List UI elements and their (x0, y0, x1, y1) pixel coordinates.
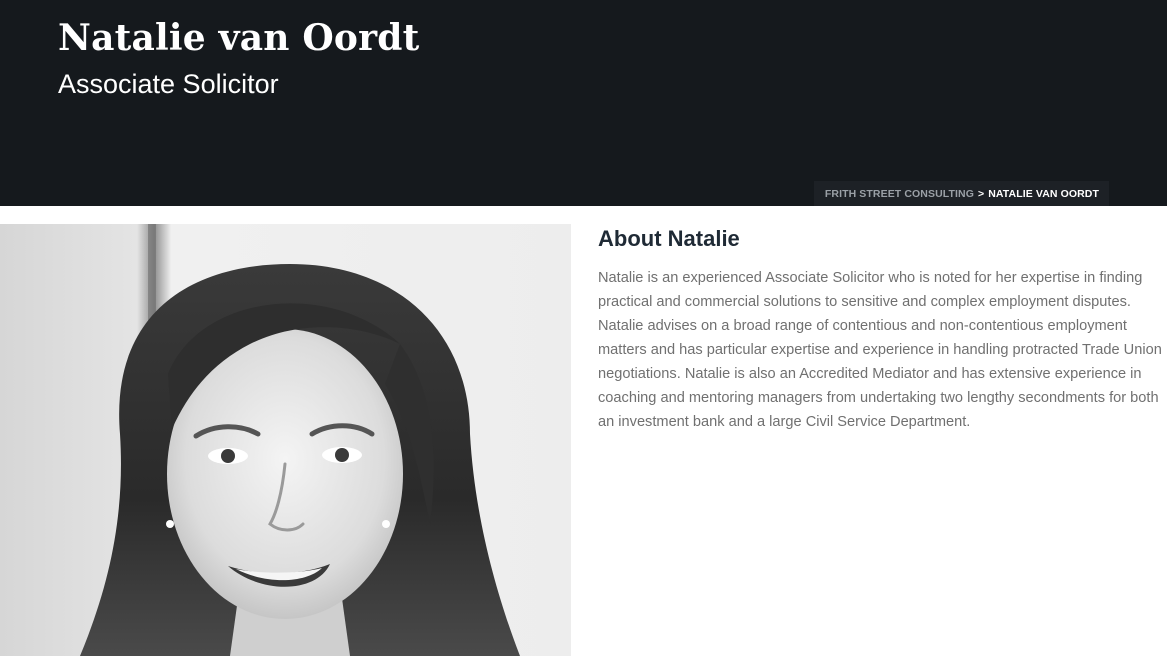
about-title: About Natalie (598, 226, 740, 251)
profile-portrait (0, 224, 571, 656)
about-section: About Natalie Natalie is an experienced … (598, 224, 1163, 434)
breadcrumb-home-link[interactable]: FRITH STREET CONSULTING (825, 188, 974, 200)
person-name: Natalie van Oordt (58, 17, 420, 59)
breadcrumb-current: NATALIE VAN OORDT (988, 187, 1099, 200)
person-role: Associate Solicitor (58, 69, 279, 99)
breadcrumb: FRITH STREET CONSULTING > NATALIE VAN OO… (813, 181, 1109, 206)
breadcrumb-separator: > (977, 187, 985, 200)
about-body: Natalie is an experienced Associate Soli… (598, 270, 1162, 430)
portrait-image (0, 224, 571, 656)
profile-hero: Natalie van Oordt Associate Solicitor FR… (0, 0, 1167, 206)
